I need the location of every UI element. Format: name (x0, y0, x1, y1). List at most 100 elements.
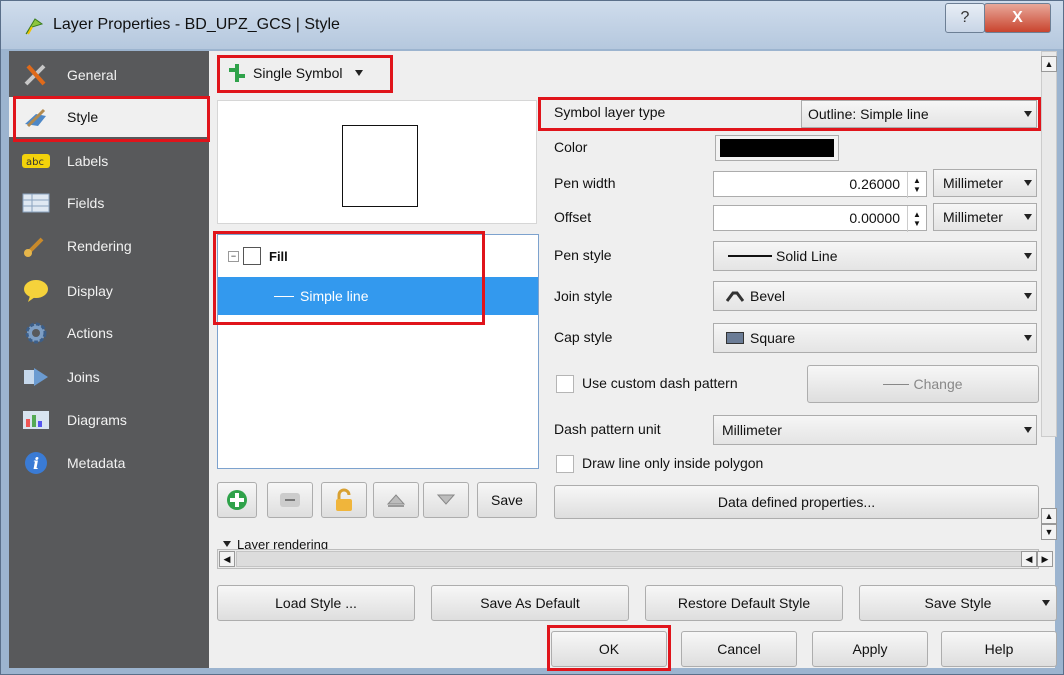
chevron-down-icon (1024, 253, 1032, 259)
scroll-thumb[interactable] (236, 551, 1036, 567)
pen-style-label: Pen style (554, 247, 612, 263)
preview-square (342, 125, 418, 207)
pen-width-input[interactable]: 0.26000 ▲ ▼ (713, 171, 927, 198)
scroll-left-icon[interactable]: ◀ (1021, 551, 1037, 567)
remove-layer-button[interactable] (267, 482, 313, 518)
save-style-button[interactable]: Save Style (859, 585, 1057, 621)
pen-style-combo[interactable]: Solid Line (713, 241, 1037, 271)
sidebar-item-actions[interactable]: Actions (9, 313, 209, 353)
sidebar-item-general[interactable]: General (9, 55, 209, 95)
sidebar-item-label: Joins (67, 369, 100, 385)
cap-style-combo[interactable]: Square (713, 323, 1037, 353)
horizontal-scrollbar[interactable]: ◀ (217, 549, 1039, 569)
offset-unit-combo[interactable]: Millimeter (933, 203, 1037, 231)
chevron-down-icon (1042, 600, 1050, 606)
plus-icon (227, 490, 247, 510)
move-up-button[interactable] (373, 482, 419, 518)
sidebar-item-label: Diagrams (67, 412, 127, 428)
table-icon (21, 190, 51, 216)
symbol-layer-tree[interactable]: − Fill Simple line (217, 234, 539, 469)
sidebar-item-label: Labels (67, 153, 109, 169)
chevron-down-icon (1024, 180, 1032, 186)
save-symbol-button[interactable]: Save (477, 482, 537, 518)
tools-icon (21, 62, 51, 88)
layer-rendering-header[interactable]: Layer rendering (223, 539, 328, 549)
paintbrush-icon (21, 104, 51, 130)
color-swatch (720, 139, 834, 157)
help-button[interactable]: Help (941, 631, 1057, 667)
color-button[interactable] (715, 135, 839, 161)
pen-width-unit-combo[interactable]: Millimeter (933, 169, 1037, 197)
sidebar-item-style[interactable]: Style (9, 97, 209, 137)
offset-label: Offset (554, 209, 592, 225)
chevron-down-icon (1024, 293, 1032, 299)
load-style-button[interactable]: Load Style ... (217, 585, 415, 621)
offset-value: 0.00000 (849, 210, 900, 226)
line-symbol-icon (274, 295, 294, 297)
restore-default-style-button[interactable]: Restore Default Style (645, 585, 843, 621)
move-down-button[interactable] (423, 482, 469, 518)
pen-width-unit: Millimeter (943, 175, 1003, 191)
pen-width-spinner[interactable]: ▲ ▼ (907, 172, 926, 198)
scroll-up-icon[interactable]: ▲ (1041, 508, 1057, 524)
inside-polygon-label: Draw line only inside polygon (582, 455, 764, 471)
sidebar-item-display[interactable]: Display (9, 271, 209, 311)
sidebar-item-labels[interactable]: abc Labels (9, 141, 209, 181)
vertical-scrollbar[interactable]: ▲ (1041, 51, 1057, 437)
inside-polygon-checkbox[interactable] (556, 455, 574, 473)
layer-rendering-label: Layer rendering (237, 539, 329, 549)
collapse-triangle-icon (223, 541, 231, 547)
square-cap-icon (726, 332, 744, 344)
sidebar-item-label: Display (67, 283, 113, 299)
arrow-down-icon (436, 494, 456, 505)
symbol-layer-type-label: Symbol layer type (554, 104, 666, 120)
add-layer-button[interactable] (217, 482, 257, 518)
chevron-down-icon (1024, 111, 1032, 117)
fill-label: Fill (269, 248, 288, 264)
title-bar: Layer Properties - BD_UPZ_GCS | Style ? … (1, 1, 1063, 49)
scroll-up-icon[interactable]: ▲ (1041, 56, 1057, 72)
help-title-button[interactable]: ? (945, 3, 985, 33)
minus-icon (280, 493, 300, 507)
tree-item-simple-line[interactable]: Simple line (218, 277, 538, 315)
renderer-dropdown[interactable]: Single Symbol (221, 56, 389, 90)
tree-item-fill[interactable]: − Fill (218, 237, 538, 275)
simple-line-label: Simple line (300, 288, 369, 304)
chevron-down-icon (1024, 427, 1032, 433)
dash-line-icon (883, 383, 910, 385)
change-dash-button[interactable]: Change (807, 365, 1039, 403)
color-label: Color (554, 139, 588, 155)
info-icon: i (21, 450, 51, 476)
sidebar-item-joins[interactable]: Joins (9, 357, 209, 397)
arrow-up-icon (386, 494, 406, 507)
cancel-button[interactable]: Cancel (681, 631, 797, 667)
scroll-right-icon[interactable]: ▶ (1037, 551, 1053, 567)
save-as-default-button[interactable]: Save As Default (431, 585, 629, 621)
sidebar-item-fields[interactable]: Fields (9, 183, 209, 223)
fill-checkbox[interactable] (243, 247, 261, 265)
offset-spinner[interactable]: ▲ ▼ (907, 206, 926, 232)
collapse-icon[interactable]: − (228, 250, 239, 262)
symbol-layer-type-combo[interactable]: Outline: Simple line (801, 100, 1037, 128)
sidebar-item-rendering[interactable]: Rendering (9, 226, 209, 266)
apply-button[interactable]: Apply (812, 631, 928, 667)
custom-dash-checkbox[interactable] (556, 375, 574, 393)
joins-icon (21, 364, 51, 390)
lock-layer-button[interactable] (321, 482, 367, 518)
sidebar-item-label: Style (67, 109, 99, 125)
dash-unit-combo[interactable]: Millimeter (713, 415, 1037, 445)
brush-icon (21, 233, 51, 259)
ok-button[interactable]: OK (551, 631, 667, 667)
sidebar-item-diagrams[interactable]: Diagrams (9, 400, 209, 440)
offset-unit: Millimeter (943, 209, 1003, 225)
sidebar-item-metadata[interactable]: i Metadata (9, 443, 209, 483)
renderer-selected: Single Symbol (253, 65, 343, 81)
join-style-combo[interactable]: Bevel (713, 281, 1037, 311)
cap-style-value: Square (750, 330, 796, 346)
data-defined-properties-button[interactable]: Data defined properties... (554, 485, 1039, 519)
scroll-down-icon[interactable]: ▼ (1041, 524, 1057, 540)
diagram-icon (21, 407, 51, 433)
close-button[interactable]: X (984, 3, 1051, 33)
scroll-left-icon[interactable]: ◀ (219, 551, 235, 567)
offset-input[interactable]: 0.00000 ▲ ▼ (713, 205, 927, 232)
